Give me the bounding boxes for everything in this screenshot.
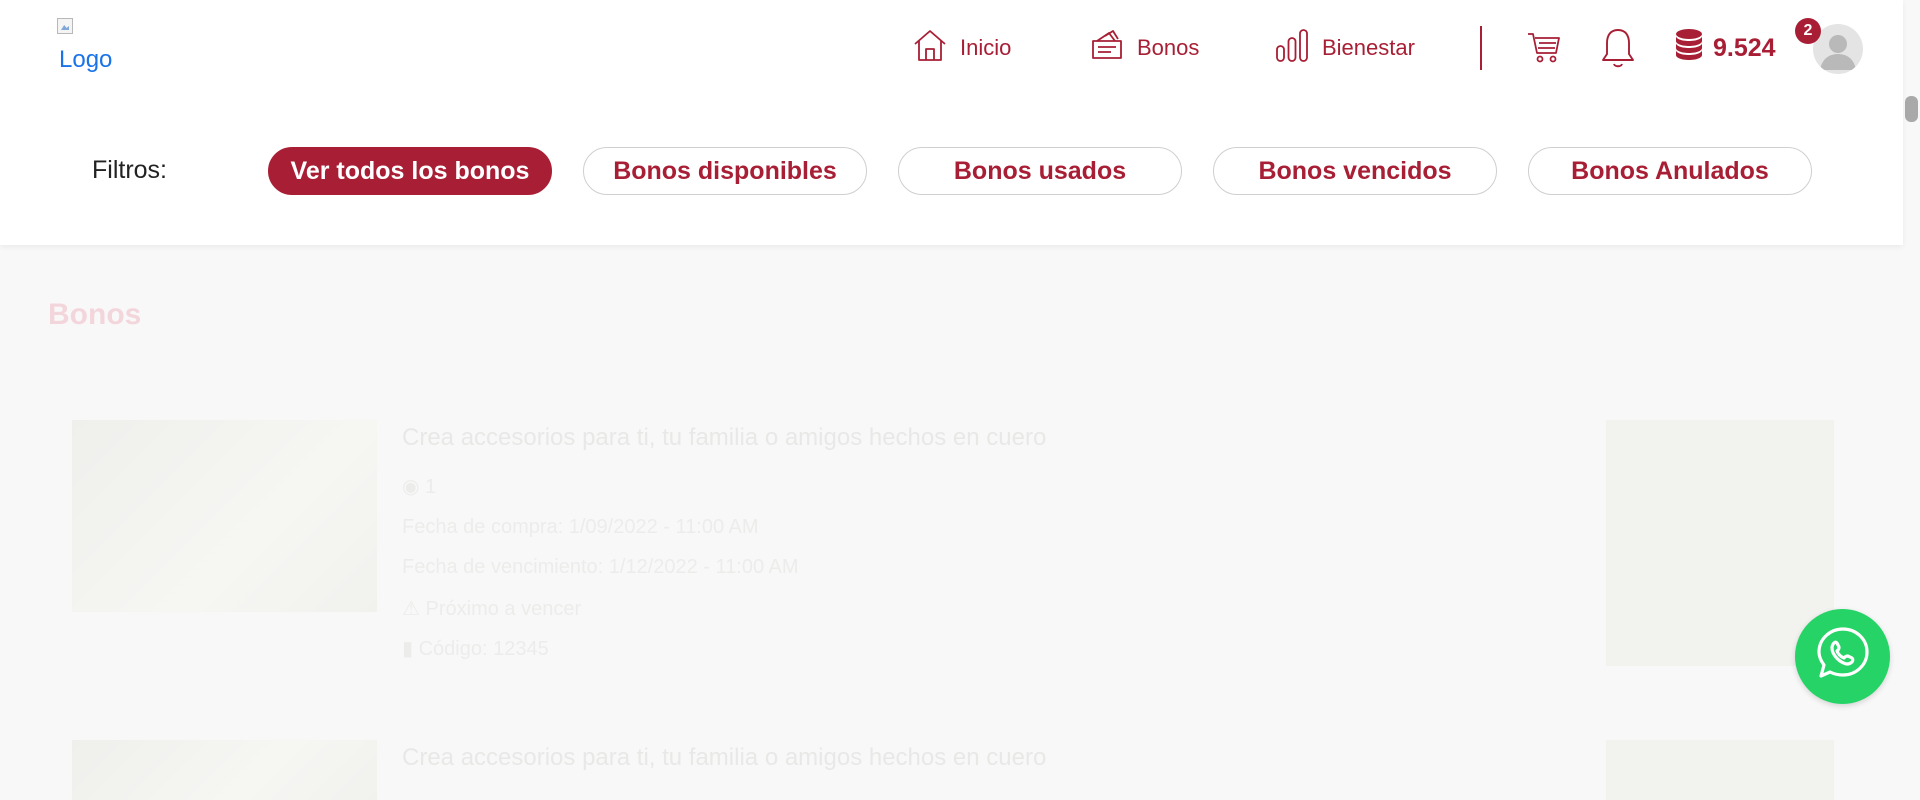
bell-icon[interactable]: [1600, 26, 1636, 75]
scrollbar-thumb[interactable]: [1905, 96, 1918, 122]
nav-label: Bonos: [1137, 35, 1200, 60]
voucher-card[interactable]: Crea accesorios para ti, tu familia o am…: [72, 740, 1834, 800]
logo[interactable]: Logo: [57, 18, 127, 78]
nav-label: Bienestar: [1322, 35, 1415, 60]
points-value: 9.524: [1713, 33, 1776, 62]
broken-image-icon: [57, 18, 73, 34]
voucher-points: ◉ 1: [402, 474, 436, 499]
voucher-code: ▮ Código: 12345: [402, 636, 549, 661]
coins-icon: [1673, 27, 1713, 70]
voucher-title: Crea accesorios para ti, tu familia o am…: [402, 424, 1047, 451]
voucher-code-text: Código: 12345: [418, 638, 549, 660]
phone-icon: ▮: [402, 638, 414, 660]
voucher-image: [72, 740, 377, 800]
voucher-warning: ⚠ Próximo a vencer: [402, 596, 581, 621]
voucher-icon: [1089, 27, 1137, 69]
voucher-side-panel: [1606, 420, 1834, 666]
voucher-side-panel: [1606, 740, 1834, 800]
voucher-purchase-date: Fecha de compra: 1/09/2022 - 11:00 AM: [402, 516, 759, 538]
notification-badge: 2: [1795, 18, 1821, 44]
voucher-card[interactable]: Crea accesorios para ti, tu familia o am…: [72, 420, 1834, 670]
nav-item-inicio[interactable]: Inicio: [912, 28, 1011, 68]
home-icon: [912, 27, 960, 69]
logo-alt-text: Logo: [59, 46, 113, 73]
nav-item-bienestar[interactable]: Bienestar: [1274, 28, 1415, 68]
bar-chart-icon: [1274, 27, 1322, 69]
voucher-warning-text: Próximo a vencer: [425, 598, 582, 620]
cart-icon[interactable]: [1526, 26, 1562, 71]
filters-label: Filtros:: [92, 156, 167, 184]
coins-icon: ◉: [402, 476, 420, 498]
filter-cancelled-button[interactable]: Bonos Anulados: [1528, 147, 1812, 195]
section-title: Bonos: [48, 298, 142, 331]
nav-label: Inicio: [960, 35, 1012, 60]
filter-available-button[interactable]: Bonos disponibles: [583, 147, 867, 195]
voucher-image: [72, 420, 377, 612]
voucher-points-value: 1: [425, 476, 437, 498]
points-balance[interactable]: 9.524: [1673, 27, 1776, 69]
nav-divider: [1480, 26, 1482, 70]
filter-all-vouchers-button[interactable]: Ver todos los bonos: [268, 147, 552, 195]
warning-icon: ⚠: [402, 598, 420, 620]
nav-item-bonos[interactable]: Bonos: [1089, 28, 1199, 68]
whatsapp-button[interactable]: [1795, 609, 1890, 704]
whatsapp-icon: [1814, 625, 1872, 688]
voucher-expiry-date: Fecha de vencimiento: 1/12/2022 - 11:00 …: [402, 556, 799, 578]
top-header: Logo Inicio Bonos Bienestar 9.524 2 Filt…: [0, 0, 1903, 245]
filter-used-button[interactable]: Bonos usados: [898, 147, 1182, 195]
filter-expired-button[interactable]: Bonos vencidos: [1213, 147, 1497, 195]
voucher-title: Crea accesorios para ti, tu familia o am…: [402, 744, 1047, 771]
